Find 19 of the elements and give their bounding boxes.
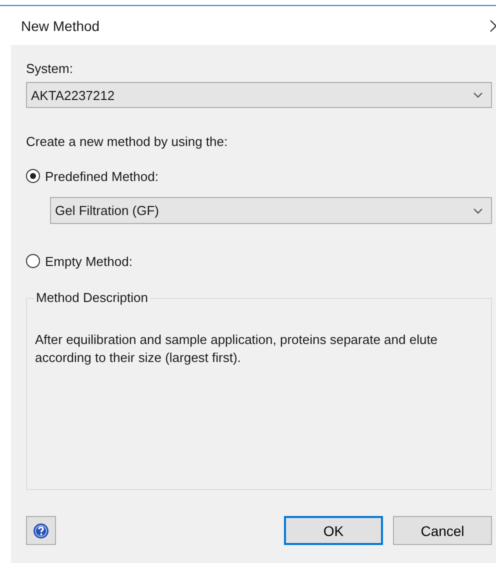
close-button[interactable] [490, 20, 496, 32]
group-title: Method Description [34, 290, 150, 305]
dropdown[interactable]: AKTA2237212 [26, 82, 492, 108]
chevron-icon [473, 92, 483, 98]
dropdown[interactable]: Gel Filtration (GF) [50, 197, 492, 224]
help-icon [33, 522, 49, 538]
chevron-icon [473, 208, 483, 214]
field-label: System: [26, 61, 74, 76]
radio-button[interactable] [26, 169, 40, 183]
close-icon [490, 20, 496, 32]
prompt-text: Create a new method by using the: [26, 134, 229, 149]
dialog-button[interactable]: Cancel [393, 516, 492, 545]
radio-label[interactable]: Empty Method: [45, 254, 132, 268]
dialog-button[interactable]: OK [284, 516, 383, 545]
radio-label[interactable]: Predefined Method: [45, 168, 158, 184]
description-text: After equilibration and sample application, proteins separate and elute according to their size (largest first). [35, 331, 439, 367]
help-button[interactable] [26, 516, 56, 545]
window-title: New Method [21, 18, 101, 34]
radio-button[interactable] [26, 254, 40, 268]
